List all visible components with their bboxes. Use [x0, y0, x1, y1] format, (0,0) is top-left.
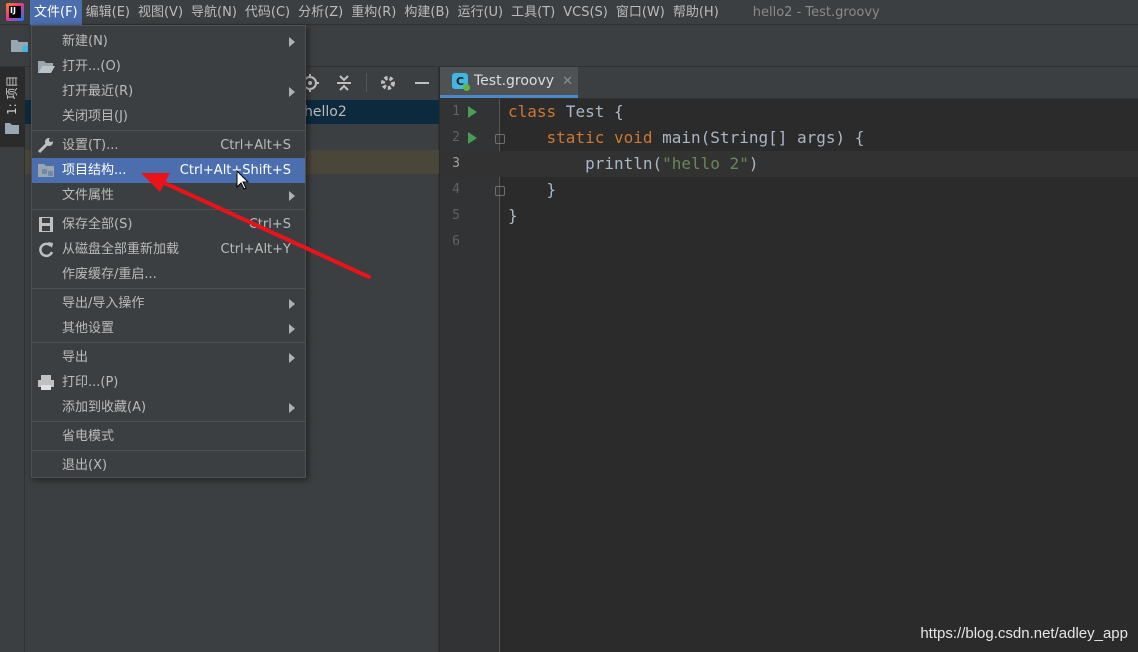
folder-open-icon: [38, 61, 55, 73]
line-number: 4: [452, 182, 460, 197]
hide-panel-icon[interactable]: [411, 72, 433, 94]
mouse-cursor-icon: [236, 170, 250, 190]
collapse-all-icon[interactable]: [333, 72, 355, 94]
menu-item-export-import[interactable]: 导出/导入操作: [32, 291, 305, 316]
menu-analyze[interactable]: 分析(Z): [294, 0, 347, 25]
menu-separator: [32, 209, 305, 210]
line-number-current: 3: [452, 156, 460, 171]
menu-separator: [32, 450, 305, 451]
code-editor[interactable]: [501, 99, 1138, 652]
menu-item-power-save[interactable]: 省电模式: [32, 424, 305, 449]
submenu-arrow-icon: [289, 299, 295, 309]
project-tool-tab[interactable]: 1: 项目: [0, 67, 25, 147]
menu-view[interactable]: 视图(V): [134, 0, 187, 25]
menu-file[interactable]: 文件(F): [30, 0, 82, 25]
menu-item-other-settings[interactable]: 其他设置: [32, 316, 305, 341]
submenu-arrow-icon: [289, 403, 295, 413]
menu-item-open-recent[interactable]: 打开最近(R): [32, 79, 305, 104]
menu-bar: IJ 文件(F) 编辑(E) 视图(V) 导航(N) 代码(C) 分析(Z) 重…: [0, 0, 1138, 25]
tab-test-groovy[interactable]: C Test.groovy ✕: [440, 67, 578, 98]
tab-label: Test.groovy: [474, 73, 555, 89]
menu-item-save-all[interactable]: 保存全部(S) Ctrl+S: [32, 212, 305, 237]
menu-separator: [32, 421, 305, 422]
menu-item-exit[interactable]: 退出(X): [32, 453, 305, 478]
code-line-1: class Test {: [508, 102, 624, 121]
menu-build[interactable]: 构建(B): [400, 0, 453, 25]
left-tool-strip: 1: 项目: [0, 67, 25, 652]
editor-tab-bar: C Test.groovy ✕: [440, 67, 1138, 99]
menu-item-new[interactable]: 新建(N): [32, 29, 305, 54]
toolbar-divider: [366, 73, 367, 92]
menu-item-invalidate-caches[interactable]: 作废缓存/重启...: [32, 262, 305, 287]
file-menu-dropdown: 新建(N) 打开...(O) 打开最近(R) 关闭项目(J) 设置(T)... C…: [31, 25, 306, 478]
project-structure-icon: [38, 164, 54, 177]
menu-tools[interactable]: 工具(T): [507, 0, 559, 25]
submenu-arrow-icon: [289, 324, 295, 334]
menu-item-project-structure[interactable]: 项目结构... Ctrl+Alt+Shift+S: [32, 158, 305, 183]
menu-navigate[interactable]: 导航(N): [187, 0, 241, 25]
menu-item-reload-all[interactable]: 从磁盘全部重新加载 Ctrl+Alt+Y: [32, 237, 305, 262]
save-icon: [39, 217, 53, 232]
wrench-icon: [37, 138, 53, 154]
window-title: hello2 - Test.groovy: [752, 4, 880, 20]
menu-separator: [32, 288, 305, 289]
fold-icon[interactable]: [495, 186, 505, 196]
submenu-arrow-icon: [289, 87, 295, 97]
folder-icon: [5, 123, 19, 134]
menu-item-settings[interactable]: 设置(T)... Ctrl+Alt+S: [32, 133, 305, 158]
menu-item-close-project[interactable]: 关闭项目(J): [32, 104, 305, 129]
menu-item-export[interactable]: 导出: [32, 345, 305, 370]
submenu-arrow-icon: [289, 191, 295, 201]
print-icon: [38, 375, 54, 390]
menu-code[interactable]: 代码(C): [241, 0, 294, 25]
submenu-arrow-icon: [289, 37, 295, 47]
menu-help[interactable]: 帮助(H): [669, 0, 723, 25]
project-tool-tab-label: 1: 项目: [5, 75, 19, 116]
menu-item-add-to-favorites[interactable]: 添加到收藏(A): [32, 395, 305, 420]
line-number: 5: [452, 208, 460, 223]
submenu-arrow-icon: [289, 353, 295, 363]
menu-item-print[interactable]: 打印...(P): [32, 370, 305, 395]
code-line-5: }: [508, 206, 518, 225]
line-number: 6: [452, 234, 460, 249]
menu-separator: [32, 130, 305, 131]
menu-edit[interactable]: 编辑(E): [82, 0, 134, 25]
groovy-file-icon: C: [452, 73, 470, 91]
fold-icon[interactable]: [495, 134, 505, 144]
code-line-2: static void main(String[] args) {: [546, 128, 865, 147]
menu-run[interactable]: 运行(U): [453, 0, 507, 25]
menu-vcs[interactable]: VCS(S): [559, 0, 612, 25]
menu-separator: [32, 342, 305, 343]
line-number: 1: [452, 104, 460, 119]
line-number: 2: [452, 130, 460, 145]
menu-window[interactable]: 窗口(W): [612, 0, 669, 25]
app-logo-icon: IJ: [6, 3, 24, 21]
menu-item-open[interactable]: 打开...(O): [32, 54, 305, 79]
watermark: https://blog.csdn.net/adley_app: [920, 625, 1128, 642]
reload-icon: [39, 242, 54, 258]
code-line-3: println("hello 2"): [508, 154, 759, 173]
menu-refactor[interactable]: 重构(R): [347, 0, 400, 25]
run-main-icon[interactable]: [468, 132, 477, 144]
gear-icon[interactable]: [377, 72, 399, 94]
close-icon[interactable]: ✕: [562, 74, 573, 89]
run-class-icon[interactable]: [468, 106, 477, 118]
project-folder-icon[interactable]: [11, 39, 28, 52]
code-line-4: }: [508, 180, 557, 199]
tree-root-label: hello2: [304, 104, 347, 120]
menu-item-file-properties[interactable]: 文件属性: [32, 183, 305, 208]
